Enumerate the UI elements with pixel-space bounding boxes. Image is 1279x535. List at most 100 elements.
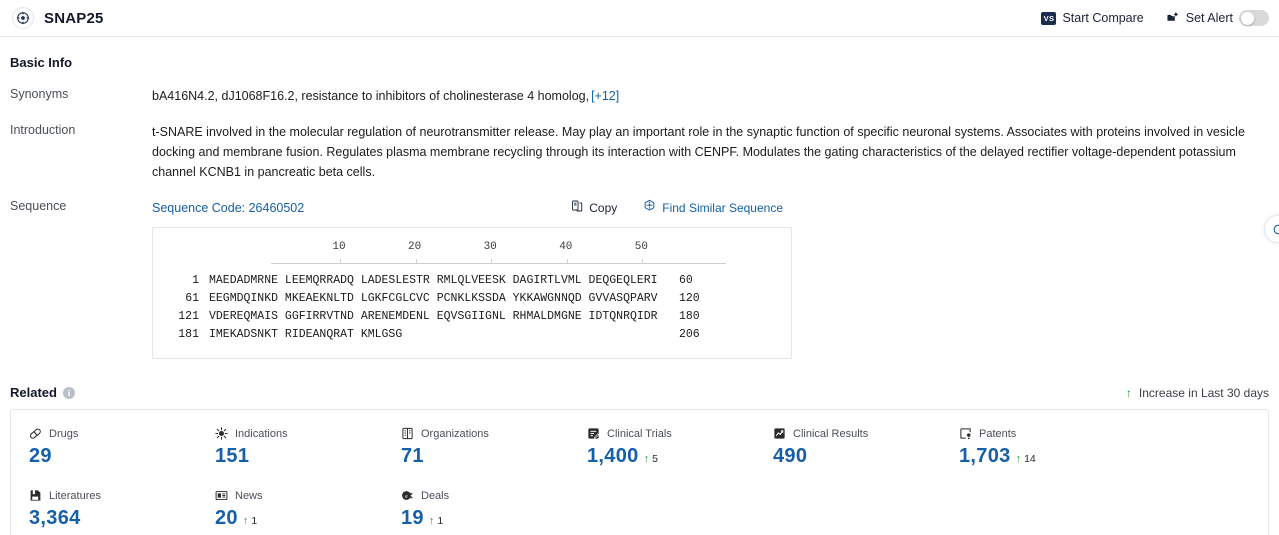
stat-card-drugs[interactable]: Drugs 29	[11, 426, 197, 468]
stat-card-value-line: 1,400 ↑ 5	[587, 445, 755, 468]
find-similar-sequence-button[interactable]: Find Similar Sequence	[643, 198, 783, 218]
arrow-up-icon: ↑	[242, 515, 249, 527]
stat-card-label: Clinical Results	[793, 427, 869, 440]
sequence-end-index: 120	[679, 292, 700, 305]
stat-card-delta: ↑ 1	[243, 515, 257, 527]
copy-icon	[571, 198, 583, 218]
related-title: Related	[10, 385, 57, 400]
start-compare-button[interactable]: VS Start Compare	[1041, 11, 1144, 25]
stat-card-value: 1,400	[587, 445, 639, 467]
sequence-start-index: 61	[185, 292, 199, 305]
stat-card-header: e Deals	[401, 488, 569, 503]
copy-label: Copy	[589, 201, 618, 215]
stat-card-literatures[interactable]: Literatures 3,364	[11, 488, 197, 530]
stat-card-value-line: 20 ↑ 1	[215, 507, 383, 530]
sequence-residues[interactable]: MAEDADMRNE LEEMQRRADQ LADESLESTR RMLQLVE…	[209, 272, 679, 290]
clinical-trial-icon	[587, 427, 600, 440]
page-header: SNAP25 VS Start Compare Set Alert	[0, 0, 1279, 37]
basic-info-title: Basic Info	[10, 55, 73, 70]
stat-card-value: 1,703	[959, 445, 1011, 467]
related-header: Related i ↑ Increase in Last 30 days	[10, 385, 1269, 400]
sequence-ruler: 10 20 30 40 50	[271, 241, 726, 264]
header-actions: VS Start Compare Set Alert	[1041, 10, 1269, 27]
stat-card-news[interactable]: News 20 ↑ 1	[197, 488, 383, 530]
increase-legend: ↑ Increase in Last 30 days	[1126, 386, 1269, 400]
stat-card-header: Literatures	[29, 488, 197, 503]
sequence-row: Sequence Sequence Code: 26460502 Copy Fi…	[10, 198, 1269, 359]
related-card: Drugs 29 Indications 151 Organizations 71 Clin…	[10, 409, 1269, 535]
stat-card-label: Literatures	[49, 489, 101, 502]
related-heading: Related i	[10, 385, 75, 400]
stat-card-value-line: 3,364	[29, 507, 197, 530]
stat-card-indications[interactable]: Indications 151	[197, 426, 383, 468]
virus-icon	[215, 427, 228, 440]
stat-card-organizations[interactable]: Organizations 71	[383, 426, 569, 468]
sequence-line: 181 IMEKADSNKT RIDEANQRAT KMLGSG 206	[167, 326, 775, 344]
stat-card-delta: ↑ 5	[644, 453, 658, 465]
stat-card-label: Clinical Trials	[607, 427, 672, 440]
sequence-lines: 1 MAEDADMRNE LEEMQRRADQ LADESLESTR RMLQLV…	[167, 272, 775, 344]
stat-card-patents[interactable]: Patents 1,703 ↑ 14	[941, 426, 1127, 468]
related-stats-grid: Drugs 29 Indications 151 Organizations 71 Clin…	[11, 426, 1268, 535]
sequence-end-index: 60	[679, 274, 693, 287]
synonyms-row: Synonyms bA416N4.2, dJ1068F16.2, resista…	[10, 86, 1269, 106]
stat-card-delta-value: 1	[251, 515, 258, 527]
patent-icon	[959, 427, 972, 440]
deal-icon: e	[401, 489, 414, 502]
bell-alert-icon	[1166, 10, 1180, 27]
stat-card-value-line: 490	[773, 445, 941, 468]
arrow-up-icon: ↑	[1125, 385, 1132, 400]
stat-card-header: Organizations	[401, 426, 569, 441]
sequence-box: 10 20 30 40 50 1 MAEDADMRNE LEEMQRRADQ LADESL…	[152, 227, 792, 359]
sequence-start-index: 181	[178, 328, 199, 341]
stat-card-header: Clinical Results	[773, 426, 941, 441]
stat-card-header: Clinical Trials	[587, 426, 755, 441]
news-icon	[215, 489, 228, 502]
ruler-tick-label: 40	[559, 241, 573, 253]
ruler-tick	[642, 259, 644, 264]
target-gene-icon	[12, 7, 34, 29]
arrow-up-icon: ↑	[1015, 453, 1022, 465]
ruler-tick	[491, 259, 493, 264]
copy-button[interactable]: Copy	[571, 198, 617, 218]
introduction-row: Introduction t-SNARE involved in the mol…	[10, 122, 1269, 182]
synonyms-value: bA416N4.2, dJ1068F16.2, resistance to in…	[152, 89, 590, 103]
sequence-end-index: 180	[679, 310, 700, 323]
introduction-label: Introduction	[10, 123, 76, 137]
stat-card-header: Indications	[215, 426, 383, 441]
stat-card-header: Drugs	[29, 426, 197, 441]
synonyms-value-wrap: bA416N4.2, dJ1068F16.2, resistance to in…	[152, 86, 1269, 106]
sequence-actions: Copy Find Similar Sequence	[571, 198, 1269, 218]
stat-card-value: 3,364	[29, 507, 81, 529]
sequence-start-index: 121	[178, 310, 199, 323]
ruler-tick-label: 10	[332, 241, 346, 253]
info-icon[interactable]: i	[62, 386, 75, 399]
synonyms-more-link[interactable]: [+12]	[591, 89, 619, 103]
stat-card-value-line: 71	[401, 445, 569, 468]
page-content: Basic Info Synonyms bA416N4.2, dJ1068F16…	[0, 55, 1279, 535]
find-similar-label: Find Similar Sequence	[662, 201, 783, 215]
sequence-residues[interactable]: VDEREQMAIS GGFIRRVTND ARENEMDENL EQVSGII…	[209, 308, 679, 326]
sequence-line: 121 VDEREQMAIS GGFIRRVTND ARENEMDENL EQVS…	[167, 308, 775, 326]
stat-card-delta-value: 1	[437, 515, 444, 527]
sequence-residues[interactable]: IMEKADSNKT RIDEANQRAT KMLGSG	[209, 326, 679, 344]
stat-card-clinical-results[interactable]: Clinical Results 490	[755, 426, 941, 468]
stat-card-label: Drugs	[49, 427, 79, 440]
stat-card-value: 29	[29, 445, 52, 467]
stat-card-clinical-trials[interactable]: Clinical Trials 1,400 ↑ 5	[569, 426, 755, 468]
stat-card-label: Deals	[421, 489, 450, 502]
stat-card-label: Organizations	[421, 427, 489, 440]
find-similar-icon	[643, 198, 656, 218]
set-alert-control[interactable]: Set Alert	[1166, 10, 1269, 27]
stat-card-value-line: 29	[29, 445, 197, 468]
stat-card-label: Patents	[979, 427, 1017, 440]
stat-card-delta-value: 14	[1024, 453, 1036, 465]
sequence-residues[interactable]: EEGMDQINKD MKEAEKNLTD LGKFCGLCVC PCNKLKS…	[209, 290, 679, 308]
stat-card-deals[interactable]: e Deals 19 ↑ 1	[383, 488, 569, 530]
sequence-code-link[interactable]: Sequence Code: 26460502	[152, 198, 304, 218]
stat-card-value: 19	[401, 507, 424, 529]
set-alert-toggle[interactable]	[1239, 10, 1269, 26]
sequence-line: 1 MAEDADMRNE LEEMQRRADQ LADESLESTR RMLQLV…	[167, 272, 775, 290]
sequence-label: Sequence	[10, 199, 67, 213]
ruler-tick-label: 30	[483, 241, 497, 253]
